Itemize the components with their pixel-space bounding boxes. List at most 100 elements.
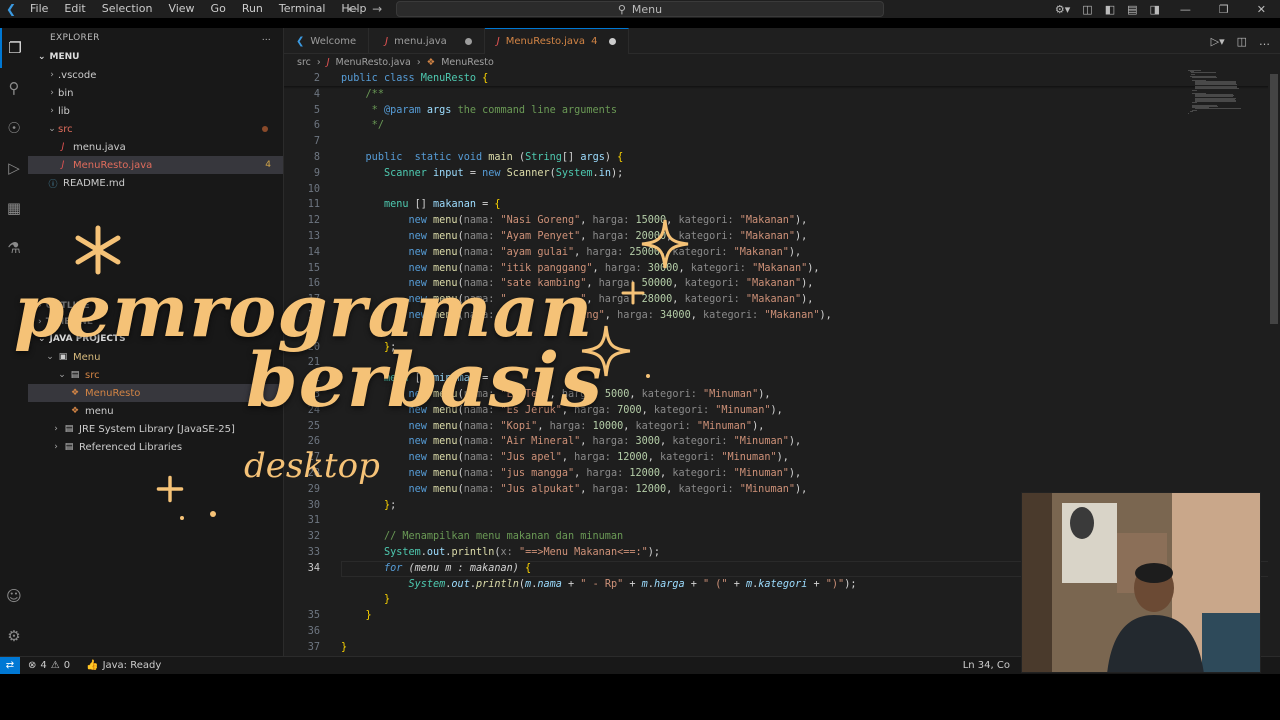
search-icon[interactable]: ⚲ [0, 68, 28, 108]
menu-file[interactable]: File [22, 0, 56, 18]
code-line[interactable]: 25 new menu(nama: "Kopi", harga: 10000, … [284, 419, 1184, 435]
remote-icon[interactable]: ⇄ [0, 657, 20, 674]
more-actions-icon[interactable]: … [1259, 35, 1270, 48]
java-status[interactable]: 👍 Java: Ready [78, 660, 169, 671]
tab-welcome[interactable]: ❮ Welcome [284, 28, 370, 54]
code-line[interactable]: 12 new menu(nama: "Nasi Goreng", harga: … [284, 213, 1184, 229]
code-line[interactable]: 17 new menu(nama: " ", harga: 28000, kat… [284, 292, 1184, 308]
code-line[interactable]: 8 public static void main (String[] args… [284, 150, 1184, 166]
project-src[interactable]: ⌄ ▤ src [28, 366, 284, 384]
extensions-icon[interactable]: ▦ [0, 188, 28, 228]
breadcrumb-src[interactable]: src [297, 57, 311, 68]
code-line[interactable]: 11 menu [] makanan = { [284, 197, 1184, 213]
code-text: }; [383, 341, 397, 353]
tree-item-src[interactable]: ⌄ src [28, 120, 283, 138]
copilot-icon[interactable]: ⚙▾ [1049, 3, 1076, 16]
back-arrow-icon[interactable]: ← [348, 0, 358, 18]
java-projects-header[interactable]: ⌄ JAVA PROJECTS [28, 330, 284, 348]
code-line[interactable]: 28 new menu(nama: "jus mangga", harga: 1… [284, 466, 1184, 482]
code-line[interactable]: 14 new menu(nama: "ayam gulai", harga: 2… [284, 245, 1184, 261]
code-line[interactable]: 23 new menu(nama: "Es Teh", harga: 5000,… [284, 387, 1184, 403]
code-text: } [383, 594, 391, 606]
code-line[interactable]: 18 new menu(nama: " ang", harga: 34000, … [284, 308, 1184, 324]
cursor-position[interactable]: Ln 34, Co [963, 657, 1010, 674]
menu-run[interactable]: Run [234, 0, 271, 18]
unsaved-dot-icon[interactable] [609, 38, 617, 45]
code-line[interactable]: 4 /** [284, 87, 1184, 103]
explorer-icon[interactable]: ❐ [0, 28, 28, 68]
tab-menuresto-java[interactable]: J MenuResto.java 4 [484, 28, 630, 54]
code-line[interactable]: 2 public class MenuResto { [284, 71, 1184, 87]
source-control-icon[interactable]: ☉ [0, 108, 28, 148]
split-editor-icon[interactable]: ◫ [1237, 35, 1247, 48]
tree-item-menu-java[interactable]: J menu.java [28, 138, 283, 156]
outline-section-header[interactable]: › OUTLINE [28, 298, 284, 314]
project-menu[interactable]: ⌄ ▣ Menu [28, 348, 284, 366]
code-line[interactable]: 16 new menu(nama: "sate kambing", harga:… [284, 276, 1184, 292]
menu-go[interactable]: Go [203, 0, 234, 18]
menu-terminal[interactable]: Terminal [271, 0, 334, 18]
code-text: new menu(nama: "Kopi", harga: 10000, kat… [408, 420, 765, 432]
scroll-thumb[interactable] [1270, 74, 1278, 324]
code-line[interactable]: 19 [284, 324, 1184, 340]
timeline-section-header[interactable]: › TIMELINE [28, 314, 284, 330]
tree-item-bin[interactable]: › bin [28, 84, 283, 102]
workspace-folder-header[interactable]: ⌄ MENU [28, 48, 283, 66]
line-number: 8 [313, 152, 320, 163]
minimap-line [1192, 77, 1218, 79]
code-line[interactable]: 6 */ [284, 118, 1184, 134]
code-line[interactable]: 9 Scanner input = new Scanner(System.in)… [284, 166, 1184, 182]
menu-view[interactable]: View [160, 0, 202, 18]
code-text: System.out.println(m.nama + " - Rp" + m.… [408, 578, 857, 590]
code-line[interactable]: 10 [284, 182, 1184, 198]
more-actions-icon[interactable]: … [262, 33, 271, 43]
run-icon[interactable]: ▷▾ [1211, 35, 1225, 48]
toggle-panel-icon[interactable]: ▤ [1121, 3, 1143, 16]
close-icon[interactable]: ✕ [1243, 3, 1280, 16]
toggle-sidebar-icon[interactable]: ◧ [1099, 3, 1121, 16]
toggle-secondary-sidebar-icon[interactable]: ◨ [1144, 3, 1166, 16]
tree-item-label: menu.java [73, 141, 126, 153]
code-line[interactable]: 20 }; [284, 340, 1184, 356]
command-center-search[interactable]: ⚲ Menu [396, 1, 884, 17]
project-class-menuresto[interactable]: ❖ MenuResto [28, 384, 284, 402]
tree-item-vscode[interactable]: › .vscode [28, 66, 283, 84]
account-icon[interactable]: ☺ [0, 576, 28, 616]
code-line[interactable]: 21 [284, 355, 1184, 371]
settings-gear-icon[interactable]: ⚙ [0, 616, 28, 656]
code-line[interactable]: 26 new menu(nama: "Air Mineral", harga: … [284, 434, 1184, 450]
line-number: 30 [307, 499, 320, 511]
code-line[interactable]: 27 new menu(nama: "Jus apel", harga: 120… [284, 450, 1184, 466]
unsaved-dot-icon[interactable] [464, 37, 472, 45]
menu-edit[interactable]: Edit [56, 0, 93, 18]
project-class-menu[interactable]: ❖ menu [28, 402, 284, 420]
run-debug-icon[interactable]: ▷ [0, 148, 28, 188]
layout-custom-icon[interactable]: ◫ [1076, 3, 1098, 16]
code-text: menu [] makanan = { [383, 199, 501, 211]
code-line[interactable]: 15 new menu(nama: "itik panggang", harga… [284, 261, 1184, 277]
menu-selection[interactable]: Selection [94, 0, 161, 18]
tree-item-lib[interactable]: › lib [28, 102, 283, 120]
editor-actions: ▷▾ ◫ … [1211, 28, 1270, 54]
tree-item-readme[interactable]: ⓘ README.md [28, 174, 283, 192]
testing-icon[interactable]: ⚗ [0, 228, 28, 268]
code-line[interactable]: 22 menu [] minuman = { [284, 371, 1184, 387]
project-referenced-libraries[interactable]: › ▤ Referenced Libraries [28, 438, 284, 456]
minimize-icon[interactable]: — [1166, 3, 1205, 16]
tree-item-menuresto-java[interactable]: J MenuResto.java 4 [28, 156, 283, 174]
code-line[interactable]: 5 * @param args the command line argumen… [284, 103, 1184, 119]
minimap-line [1192, 102, 1198, 104]
tree-item-label: bin [58, 87, 74, 99]
restore-icon[interactable]: ❐ [1205, 3, 1243, 16]
code-line[interactable]: 13 new menu(nama: "Ayam Penyet", harga: … [284, 229, 1184, 245]
forward-arrow-icon[interactable]: → [372, 0, 382, 18]
project-jre-library[interactable]: › ▤ JRE System Library [JavaSE-25] [28, 420, 284, 438]
breadcrumb-class[interactable]: MenuResto [441, 57, 494, 68]
problems-indicator[interactable]: ⊗ 4 ⚠ 0 [20, 660, 78, 671]
code-line[interactable]: 7 [284, 134, 1184, 150]
vertical-scrollbar[interactable] [1268, 70, 1280, 656]
tab-menu-java[interactable]: J menu.java [369, 28, 485, 54]
breadcrumb-file[interactable]: MenuResto.java [336, 57, 411, 68]
code-line[interactable]: 24 new menu(nama: "Es Jeruk", harga: 700… [284, 403, 1184, 419]
code-text: }; [383, 499, 397, 511]
